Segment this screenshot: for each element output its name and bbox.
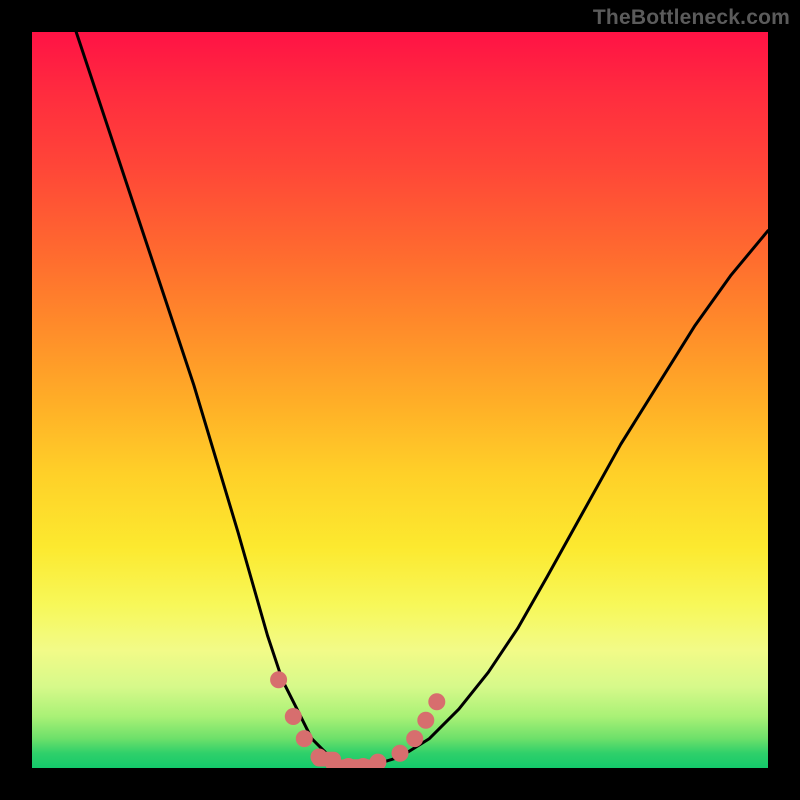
plot-area <box>32 32 768 768</box>
curve-layer <box>76 32 768 768</box>
curve-marker <box>418 712 434 728</box>
bottleneck-curve-path <box>76 32 768 768</box>
curve-marker <box>285 709 301 725</box>
curve-marker <box>296 731 312 747</box>
curve-marker <box>271 672 287 688</box>
curve-marker-blob <box>312 752 341 767</box>
watermark-text: TheBottleneck.com <box>593 6 790 30</box>
curve-marker <box>429 694 445 710</box>
marker-layer <box>271 672 445 768</box>
curve-marker <box>392 745 408 761</box>
curve-marker <box>407 731 423 747</box>
curve-marker-blob <box>337 759 374 768</box>
curve-svg <box>32 32 768 768</box>
chart-stage: TheBottleneck.com <box>0 0 800 800</box>
